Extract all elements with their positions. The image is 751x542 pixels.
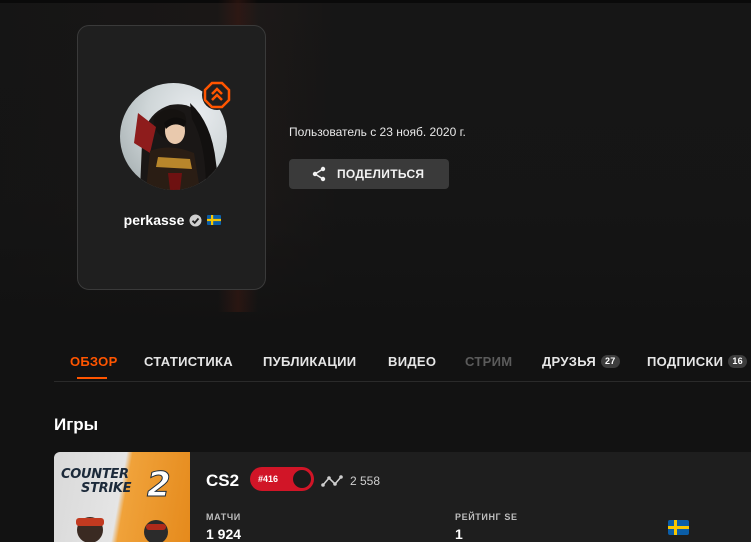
matches-label: МАТЧИ	[206, 512, 241, 522]
username-row: perkasse	[78, 212, 267, 228]
top-strip	[0, 0, 751, 3]
tab-label: ОБЗОР	[70, 354, 118, 369]
tab-label: ПОДПИСКИ	[647, 354, 724, 369]
sweden-flag-icon	[668, 520, 689, 535]
tab-label: ВИДЕО	[388, 354, 437, 369]
elo-graph-icon	[321, 475, 343, 487]
sweden-flag-icon	[207, 215, 222, 225]
username: perkasse	[123, 212, 185, 228]
friends-count-badge: 27	[600, 355, 620, 368]
active-tab-indicator	[77, 377, 107, 379]
tab-statistics[interactable]: СТАТИСТИКА	[144, 354, 233, 369]
tab-video[interactable]: ВИДЕО	[388, 354, 436, 369]
tab-friends[interactable]: ДРУЗЬЯ 27	[542, 354, 620, 369]
tab-label: ДРУЗЬЯ	[542, 354, 596, 369]
games-section-title: Игры	[54, 415, 99, 434]
tab-label: СТРИМ	[465, 354, 513, 369]
elo-value: 2 558	[350, 474, 381, 488]
profile-tabs: ОБЗОР СТАТИСТИКА ПУБЛИКАЦИИ ВИДЕО СТРИМ …	[54, 340, 751, 382]
level-chevron-icon	[203, 81, 231, 109]
level-badge	[202, 80, 232, 110]
share-button[interactable]: ПОДЕЛИТЬСЯ	[289, 159, 449, 189]
tab-publications[interactable]: ПУБЛИКАЦИИ	[263, 354, 356, 369]
subscriptions-count-badge: 16	[728, 355, 747, 368]
matches-value: 1 924	[206, 526, 242, 542]
share-button-label: ПОДЕЛИТЬСЯ	[337, 167, 425, 181]
rank-badge: #416	[250, 467, 314, 491]
member-since: Пользователь с 23 нояб. 2020 г.	[289, 125, 466, 139]
game-name: CS2	[206, 471, 240, 490]
rating-label: РЕЙТИНГ SE	[455, 512, 518, 522]
tab-overview[interactable]: ОБЗОР	[70, 354, 118, 369]
verified-check-icon	[189, 214, 202, 226]
profile-card: perkasse	[77, 25, 266, 290]
tab-stream[interactable]: СТРИМ	[465, 354, 512, 369]
rating-value: 1	[455, 526, 463, 542]
game-card-cs2[interactable]: COUNTER STRIKE 2 CS2 #416 2 558 МАТЧИ 1 …	[54, 452, 751, 542]
rank-value: #416	[258, 474, 279, 484]
tab-label: СТАТИСТИКА	[144, 354, 233, 369]
game-cover-art: COUNTER STRIKE 2	[54, 452, 190, 542]
tab-subscriptions[interactable]: ПОДПИСКИ 16	[647, 354, 747, 369]
game-art-characters	[76, 517, 168, 542]
share-icon	[312, 166, 326, 182]
tab-label: ПУБЛИКАЦИИ	[263, 354, 357, 369]
skill-level-icon	[291, 468, 313, 490]
